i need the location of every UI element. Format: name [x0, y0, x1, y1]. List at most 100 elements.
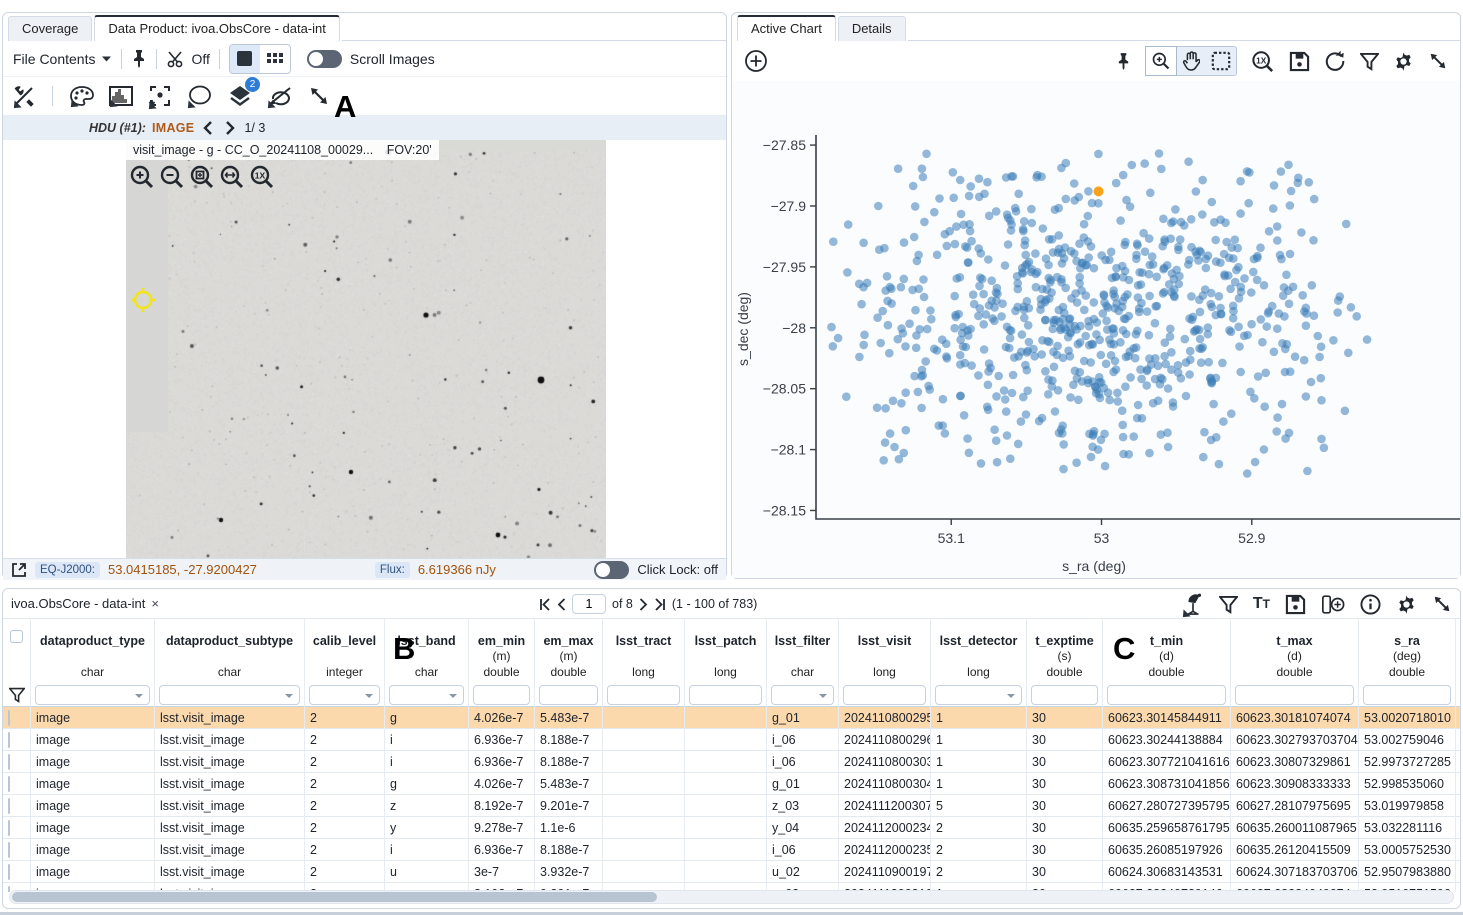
filter-input-em_max[interactable]	[539, 685, 598, 705]
expand-viewer-icon[interactable]	[11, 562, 27, 578]
row-checkbox[interactable]	[8, 842, 10, 858]
hdu-next-icon[interactable]	[222, 121, 238, 135]
column-header-lsst_patch[interactable]: lsst_patchlong	[685, 619, 767, 707]
target-marker-icon[interactable]	[130, 287, 156, 313]
rotate-north-off-icon[interactable]	[267, 85, 293, 107]
chart-refresh-icon[interactable]	[1324, 50, 1346, 72]
zoom-in-icon[interactable]	[129, 164, 155, 190]
chart-pan-mode-icon[interactable]	[1176, 47, 1206, 75]
filter-input-t_exptime[interactable]	[1031, 685, 1098, 705]
filter-select-dataproduct_subtype[interactable]	[159, 685, 300, 705]
tab-data-product[interactable]: Data Product: ivoa.ObsCore - data-int	[94, 15, 340, 41]
table-row[interactable]: imagelsst.visit_image2i6.936e-78.188e-7i…	[3, 839, 1460, 861]
table-hscrollbar[interactable]	[9, 890, 1454, 904]
next-page-icon[interactable]	[639, 598, 648, 611]
chart-pin-icon[interactable]	[1116, 52, 1131, 71]
scatter-chart[interactable]: 53.15352.9−27.85−27.9−27.95−28−28.05−28.…	[732, 81, 1460, 579]
fits-image[interactable]	[126, 140, 606, 580]
column-header-dataproduct_subtype[interactable]: dataproduct_subtypechar	[155, 619, 305, 707]
filter-select-calib_level[interactable]	[309, 685, 380, 705]
table-row[interactable]: imagelsst.visit_image2u3e-73.932e-7u_022…	[3, 861, 1460, 883]
add-column-icon[interactable]	[1321, 594, 1345, 615]
hdu-prev-icon[interactable]	[200, 121, 216, 135]
filter-select-lsst_band[interactable]	[389, 685, 464, 705]
zoom-1x-icon[interactable]: 1X	[249, 164, 275, 190]
table-row[interactable]: imagelsst.visit_image2i6.936e-78.188e-7i…	[3, 751, 1460, 773]
table-close-icon[interactable]: ×	[151, 596, 159, 611]
select-all-checkbox[interactable]	[10, 630, 23, 643]
table-row[interactable]: imagelsst.visit_image2g4.026e-75.483e-7g…	[3, 773, 1460, 795]
column-header-em_max[interactable]: em_max(m)double	[535, 619, 603, 707]
filter-row-icon[interactable]	[9, 687, 25, 703]
first-page-icon[interactable]	[539, 598, 551, 611]
column-header-calib_level[interactable]: calib_levelinteger	[305, 619, 385, 707]
table-hscroll-thumb[interactable]	[12, 892, 657, 902]
scroll-images-toggle[interactable]	[307, 50, 342, 68]
table-row[interactable]: imagelsst.visit_image2i6.936e-78.188e-7i…	[3, 729, 1460, 751]
filter-input-t_max[interactable]	[1235, 685, 1354, 705]
zoom-fit-icon[interactable]	[189, 164, 215, 190]
table-row[interactable]: imagelsst.visit_image2y9.278e-71.1e-6y_0…	[3, 817, 1460, 839]
column-header-s_ra[interactable]: s_ra(deg)double	[1359, 619, 1456, 707]
zoom-out-icon[interactable]	[159, 164, 185, 190]
row-checkbox[interactable]	[8, 776, 10, 792]
zoom-fill-icon[interactable]	[219, 164, 245, 190]
filter-input-lsst_tract[interactable]	[607, 685, 680, 705]
page-number-input[interactable]	[572, 594, 606, 614]
row-checkbox[interactable]	[8, 710, 10, 726]
column-header-t_exptime[interactable]: t_exptime(s)double	[1027, 619, 1103, 707]
row-checkbox[interactable]	[8, 820, 10, 836]
tab-details[interactable]: Details	[838, 16, 906, 41]
tab-active-chart[interactable]: Active Chart	[737, 15, 836, 41]
row-checkbox[interactable]	[8, 732, 10, 748]
table-settings-icon[interactable]	[1396, 594, 1417, 615]
column-header-t_max[interactable]: t_max(d)double	[1231, 619, 1359, 707]
single-view-button[interactable]	[230, 45, 260, 73]
file-contents-dropdown[interactable]: File Contents	[13, 51, 95, 67]
row-checkbox[interactable]	[8, 864, 10, 880]
column-header-lsst_visit[interactable]: lsst_visitlong	[839, 619, 931, 707]
table-filter-icon[interactable]	[1219, 595, 1238, 614]
table-info-icon[interactable]	[1360, 594, 1381, 615]
select-region-icon[interactable]	[187, 85, 213, 107]
column-header-em_min[interactable]: em_min(m)double	[469, 619, 535, 707]
filter-select-lsst_detector[interactable]	[935, 685, 1022, 705]
table-save-icon[interactable]	[1285, 594, 1306, 615]
filter-input-t_min[interactable]	[1107, 685, 1226, 705]
flip-expand-icon[interactable]	[308, 85, 330, 107]
row-checkbox[interactable]	[8, 754, 10, 770]
chart-settings-icon[interactable]	[1393, 51, 1414, 72]
text-view-icon[interactable]: TT	[1253, 595, 1270, 613]
row-checkbox[interactable]	[8, 798, 10, 814]
filter-input-em_min[interactable]	[473, 685, 530, 705]
row-checkbox[interactable]	[8, 886, 10, 892]
last-page-icon[interactable]	[654, 598, 666, 611]
chart-zoom-original-icon[interactable]: 1X	[1251, 50, 1275, 72]
layers-icon[interactable]: 2	[228, 84, 252, 108]
coord-system-chip[interactable]: EQ-J2000:	[35, 562, 100, 578]
filter-input-lsst_patch[interactable]	[689, 685, 762, 705]
table-row[interactable]: imagelsst.visit_image2g4.026e-75.483e-7g…	[3, 707, 1460, 729]
tab-coverage[interactable]: Coverage	[8, 16, 92, 41]
pin-icon[interactable]	[131, 49, 147, 69]
image-title-bar[interactable]: visit_image - g - CC_O_20241108_00029...…	[126, 140, 439, 160]
table-expand-icon[interactable]	[1432, 594, 1452, 614]
column-header-lsst_detector[interactable]: lsst_detectorlong	[931, 619, 1027, 707]
grid-view-button[interactable]	[260, 45, 290, 73]
datalink-service-icon[interactable]	[1182, 592, 1204, 616]
table-row[interactable]: imagelsst.visit_image2z8.192e-79.201e-7z…	[3, 795, 1460, 817]
column-header-lsst_filter[interactable]: lsst_filterchar	[767, 619, 839, 707]
image-tools-icon[interactable]	[13, 85, 35, 107]
chart-expand-icon[interactable]	[1428, 51, 1448, 71]
column-header-dataproduct_type[interactable]: dataproduct_typechar	[31, 619, 155, 707]
click-lock-toggle[interactable]	[594, 561, 629, 579]
recenter-icon[interactable]	[148, 84, 172, 108]
cut-icon[interactable]	[166, 50, 186, 68]
chart-save-icon[interactable]	[1289, 51, 1310, 72]
stretch-histogram-icon[interactable]	[109, 86, 133, 106]
chart-filter-icon[interactable]	[1360, 52, 1379, 71]
filter-select-lsst_filter[interactable]	[771, 685, 834, 705]
chevron-down-icon[interactable]	[101, 55, 112, 63]
color-palette-icon[interactable]	[70, 86, 94, 106]
chart-zoom-mode-icon[interactable]	[1146, 47, 1176, 75]
